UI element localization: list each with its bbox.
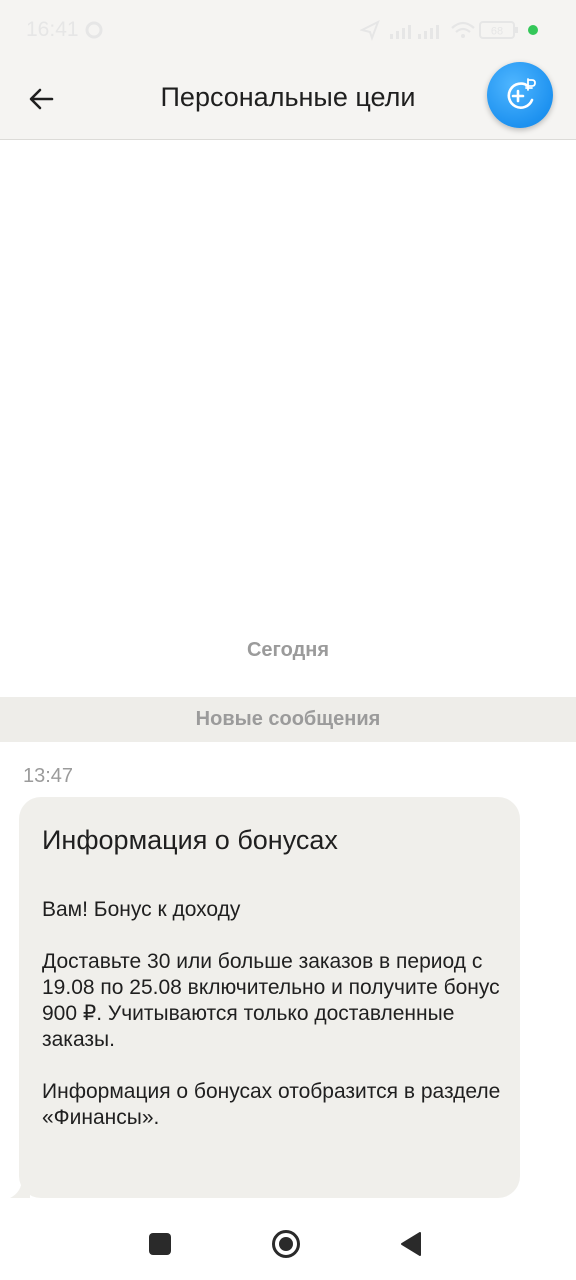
status-time: 16:41 xyxy=(26,18,79,41)
system-nav-bar xyxy=(0,1206,576,1280)
battery-icon: 68 xyxy=(479,21,518,39)
signal-icon xyxy=(390,25,439,39)
recents-square-icon[interactable] xyxy=(149,1233,171,1255)
home-circle-icon[interactable] xyxy=(271,1229,301,1259)
add-bonus-button[interactable] xyxy=(487,62,553,128)
message-bubble: Информация о бонусах Вам! Бонус к доходу… xyxy=(19,797,520,1198)
app-header: Персональные цели xyxy=(0,60,576,140)
message-paragraph: Информация о бонусах отобразится в разде… xyxy=(42,1080,501,1129)
message-title: Информация о бонусах xyxy=(42,825,338,855)
status-bar: 16:41 68 xyxy=(0,0,576,60)
location-arrow-icon xyxy=(360,19,380,41)
message-body: Вам! Бонус к доходу Доставьте 30 или бол… xyxy=(42,897,507,1157)
sync-icon xyxy=(85,21,103,39)
nav-back-triangle-icon[interactable] xyxy=(400,1231,422,1257)
status-icons: 68 xyxy=(360,19,538,41)
wifi-icon xyxy=(451,21,475,38)
message-paragraph: Вам! Бонус к доходу xyxy=(42,898,241,921)
message-time: 13:47 xyxy=(23,765,74,787)
date-divider: Сегодня xyxy=(246,639,330,661)
add-ruble-icon xyxy=(507,78,536,109)
battery-level: 68 xyxy=(491,26,503,38)
new-messages-label: Новые сообщения xyxy=(195,708,381,730)
new-messages-divider: Новые сообщения xyxy=(0,697,576,742)
message-paragraph: Доставьте 30 или больше заказов в период… xyxy=(42,950,500,1051)
status-dot xyxy=(528,25,538,35)
